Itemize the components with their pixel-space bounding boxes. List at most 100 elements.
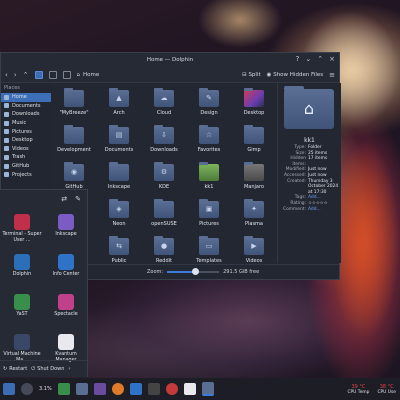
- file-item[interactable]: ⚙ KDE: [142, 159, 186, 197]
- places-item-label: Trash: [12, 154, 26, 161]
- dolphin-task-icon[interactable]: [201, 382, 214, 396]
- launcher-app[interactable]: Terminal - Super User ...: [0, 214, 44, 252]
- file-item[interactable]: Gimp: [232, 122, 276, 160]
- green-folder-icon: [199, 162, 219, 181]
- free-space: 291.5 GiB free: [223, 269, 260, 275]
- file-item[interactable]: ▤ Documents: [97, 122, 141, 160]
- launcher-app[interactable]: Inkscape: [44, 214, 88, 252]
- discover-icon[interactable]: [129, 383, 142, 395]
- folder-emblem-icon: ●: [160, 242, 168, 250]
- launcher-app[interactable]: YaST: [0, 294, 44, 332]
- places-item[interactable]: Downloads: [1, 110, 51, 119]
- cpu-percent: 3.1%: [39, 386, 52, 392]
- terminal-icon[interactable]: [147, 383, 160, 395]
- folder-emblem-icon: ☆: [205, 131, 213, 139]
- file-item[interactable]: kk1: [187, 159, 231, 197]
- launcher-app-label: Terminal - Super User ...: [2, 232, 42, 243]
- places-item[interactable]: Pictures: [1, 127, 51, 136]
- file-item[interactable]: ☁ Cloud: [142, 85, 186, 123]
- minimize-icon[interactable]: ⌄: [305, 55, 311, 63]
- cpu-use-widget[interactable]: 38 °C CPU Use: [377, 384, 396, 395]
- file-item-label: Development: [57, 147, 91, 153]
- file-item[interactable]: ✦ Plasma: [232, 196, 276, 234]
- file-item[interactable]: "MyBreeze": [52, 85, 96, 123]
- kvantum-icon[interactable]: [183, 383, 196, 395]
- places-item[interactable]: Projects: [1, 170, 51, 179]
- file-item[interactable]: Desktop: [232, 85, 276, 123]
- configure-icon[interactable]: ⇄: [61, 195, 67, 203]
- split-label: Split: [248, 71, 261, 78]
- forward-icon[interactable]: ›: [14, 71, 17, 79]
- system-monitor-icon[interactable]: [57, 383, 70, 395]
- folder-icon: [4, 163, 9, 169]
- cpu-temp-widget[interactable]: 39 °C CPU Temp: [347, 384, 369, 395]
- places-item[interactable]: Desktop: [1, 136, 51, 145]
- file-item[interactable]: Manjaro: [232, 159, 276, 197]
- launcher-app-label: Dolphin: [12, 272, 32, 277]
- pin-icon[interactable]: ✎: [75, 195, 81, 203]
- launcher-app[interactable]: Spectacle: [44, 294, 88, 332]
- firefox-icon[interactable]: [111, 383, 124, 395]
- launcher-app[interactable]: Info Center: [44, 254, 88, 292]
- back-icon[interactable]: ‹: [5, 71, 8, 79]
- shutdown-button[interactable]: ⏻ Shut Down: [31, 366, 64, 372]
- show-hidden-button[interactable]: ◉ Show Hidden Files: [267, 72, 323, 78]
- icons-view-button[interactable]: [34, 70, 43, 79]
- launcher-app[interactable]: Dolphin: [0, 254, 44, 292]
- places-item[interactable]: Home: [1, 93, 51, 102]
- file-item[interactable]: ⇩ Downloads: [142, 122, 186, 160]
- help-icon[interactable]: ?: [296, 55, 300, 63]
- file-item[interactable]: ◈ Neon: [97, 196, 141, 234]
- file-item[interactable]: ☆ Favorites: [187, 122, 231, 160]
- file-item-label: openSUSE: [151, 221, 177, 227]
- app-launcher-icon[interactable]: [3, 383, 15, 395]
- file-item[interactable]: ✎ Design: [187, 85, 231, 123]
- pager-icon[interactable]: [21, 383, 33, 395]
- file-item[interactable]: ▣ Pictures: [187, 196, 231, 234]
- info-value[interactable]: Add...: [308, 207, 341, 213]
- files-icon[interactable]: [75, 383, 88, 395]
- file-item-label: Pictures: [199, 221, 219, 227]
- file-item-label: Inkscape: [107, 184, 131, 190]
- places-item-label: Desktop: [12, 137, 33, 144]
- close-icon[interactable]: ×: [329, 55, 335, 63]
- up-icon[interactable]: ⌃: [23, 71, 29, 79]
- zoom-slider[interactable]: [167, 268, 220, 275]
- file-item-label: Neon: [112, 221, 126, 227]
- more-options-icon[interactable]: ‹: [68, 366, 70, 372]
- folder-emblem-icon: ▶: [251, 242, 257, 250]
- breadcrumb[interactable]: ⌂ Home: [77, 72, 100, 78]
- split-button[interactable]: ⊟ Split: [242, 72, 261, 78]
- folder-emblem-icon: ▲: [116, 94, 122, 102]
- places-item[interactable]: GitHub: [1, 162, 51, 171]
- folder-emblem-icon: ◈: [116, 205, 122, 213]
- file-item-label: "MyBreeze": [59, 110, 89, 116]
- status-bar: Zoom: 291.5 GiB free: [51, 264, 339, 279]
- file-item-label: Documents: [104, 147, 134, 153]
- app-launcher: ⇄ ✎ Terminal - Super User ... Inkscape Dol…: [0, 189, 88, 377]
- folder-icon: [4, 129, 9, 135]
- file-item[interactable]: openSUSE: [142, 196, 186, 234]
- places-item[interactable]: Videos: [1, 145, 51, 154]
- file-item[interactable]: Development: [52, 122, 96, 160]
- places-item[interactable]: Music: [1, 119, 51, 128]
- details-view-button[interactable]: [62, 70, 71, 79]
- places-item[interactable]: Trash: [1, 153, 51, 162]
- zoom-slider-handle[interactable]: [192, 268, 200, 275]
- restart-button[interactable]: ↻ Restart: [3, 366, 27, 372]
- places-item[interactable]: Documents: [1, 102, 51, 111]
- window-titlebar[interactable]: Home — Dolphin ? ⌄ ⌃ ×: [1, 53, 339, 67]
- launcher-app-label: Inkscape: [55, 232, 77, 237]
- maximize-icon[interactable]: ⌃: [317, 55, 323, 63]
- desktop-thumb-icon: [244, 88, 264, 107]
- menu-icon[interactable]: ≡: [329, 71, 335, 79]
- compact-view-button[interactable]: [48, 70, 57, 79]
- places-item-label: Home: [12, 94, 27, 101]
- breadcrumb-home[interactable]: Home: [83, 72, 99, 78]
- file-item[interactable]: ▲ Arch: [97, 85, 141, 123]
- file-item[interactable]: Inkscape: [97, 159, 141, 197]
- info-row: Created: Thursday 3 October 2024 at 17:30: [279, 179, 341, 196]
- places-item-label: Videos: [12, 145, 29, 152]
- media-icon[interactable]: [165, 383, 178, 395]
- browser-icon[interactable]: [93, 383, 106, 395]
